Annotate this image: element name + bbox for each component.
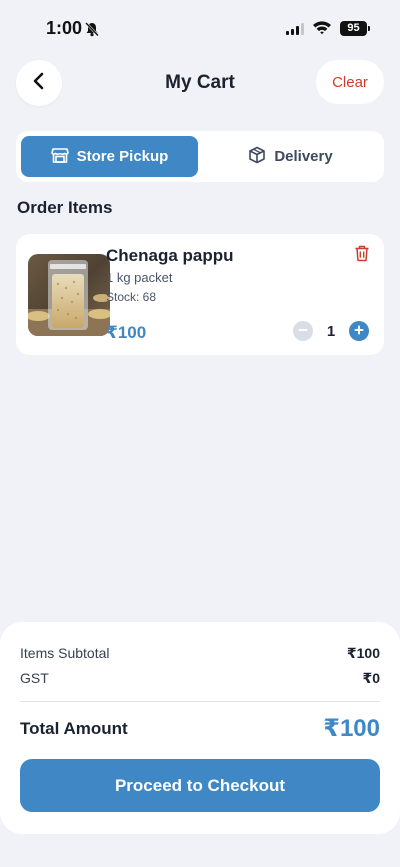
status-time: 1:00 xyxy=(46,18,83,38)
item-size: 1 kg packet xyxy=(106,270,173,285)
tab-label: Store Pickup xyxy=(76,148,169,165)
subtotal-label: Items Subtotal xyxy=(20,645,110,661)
order-items-heading: Order Items xyxy=(17,198,113,217)
proceed-to-checkout-button[interactable]: Proceed to Checkout xyxy=(20,759,380,812)
increase-quantity-button[interactable] xyxy=(349,321,369,341)
store-icon xyxy=(50,146,69,168)
item-price: ₹100 xyxy=(106,323,147,342)
bell-off-icon xyxy=(84,21,100,42)
item-name: Chenaga pappu xyxy=(106,246,234,265)
tab-label: Delivery xyxy=(274,148,333,165)
gst-row: GST ₹0 xyxy=(20,670,380,687)
plus-icon xyxy=(354,322,364,340)
quantity-value: 1 xyxy=(326,323,336,340)
total-label: Total Amount xyxy=(20,719,128,738)
trash-icon xyxy=(354,245,370,266)
subtotal-row: Items Subtotal ₹100 xyxy=(20,645,380,662)
total-value: ₹100 xyxy=(323,715,380,742)
battery-nub xyxy=(368,26,370,31)
minus-icon xyxy=(298,322,308,340)
gst-label: GST xyxy=(20,670,49,686)
decrease-quantity-button[interactable] xyxy=(293,321,313,341)
item-stock: Stock: 68 xyxy=(106,290,157,304)
wifi-icon xyxy=(312,20,332,40)
gst-value: ₹0 xyxy=(362,670,380,686)
product-image xyxy=(28,254,110,336)
clear-cart-button[interactable]: Clear xyxy=(316,60,384,104)
remove-item-button[interactable] xyxy=(354,245,370,267)
battery-indicator: 95 xyxy=(340,21,367,36)
summary-divider xyxy=(20,701,380,702)
subtotal-value: ₹100 xyxy=(346,645,380,661)
fulfillment-toggle: Store Pickup Delivery xyxy=(16,131,384,182)
status-bar: 1:00 95 xyxy=(0,0,400,56)
signal-icon xyxy=(286,23,304,35)
tab-delivery[interactable]: Delivery xyxy=(202,136,379,177)
tab-store-pickup[interactable]: Store Pickup xyxy=(21,136,198,177)
box-icon xyxy=(248,146,266,168)
